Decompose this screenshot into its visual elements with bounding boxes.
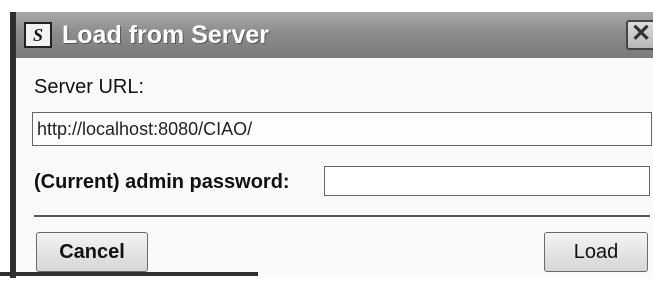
admin-password-input[interactable]	[324, 166, 650, 196]
load-from-server-dialog: S Load from Server ✕ Server URL: http://…	[10, 12, 653, 278]
app-icon: S	[24, 22, 52, 48]
close-button[interactable]: ✕	[626, 20, 653, 50]
load-button[interactable]: Load	[544, 232, 648, 272]
dialog-content: Server URL: http://localhost:8080/CIAO/ …	[16, 58, 653, 278]
cancel-button[interactable]: Cancel	[36, 232, 148, 272]
window-edge	[0, 272, 258, 276]
dialog-title: Load from Server	[62, 21, 270, 49]
server-url-input[interactable]: http://localhost:8080/CIAO/	[32, 112, 652, 146]
admin-password-label: (Current) admin password:	[34, 171, 290, 193]
separator	[34, 215, 650, 217]
title-bar[interactable]: S Load from Server ✕	[16, 12, 653, 58]
server-url-label: Server URL:	[34, 76, 145, 98]
